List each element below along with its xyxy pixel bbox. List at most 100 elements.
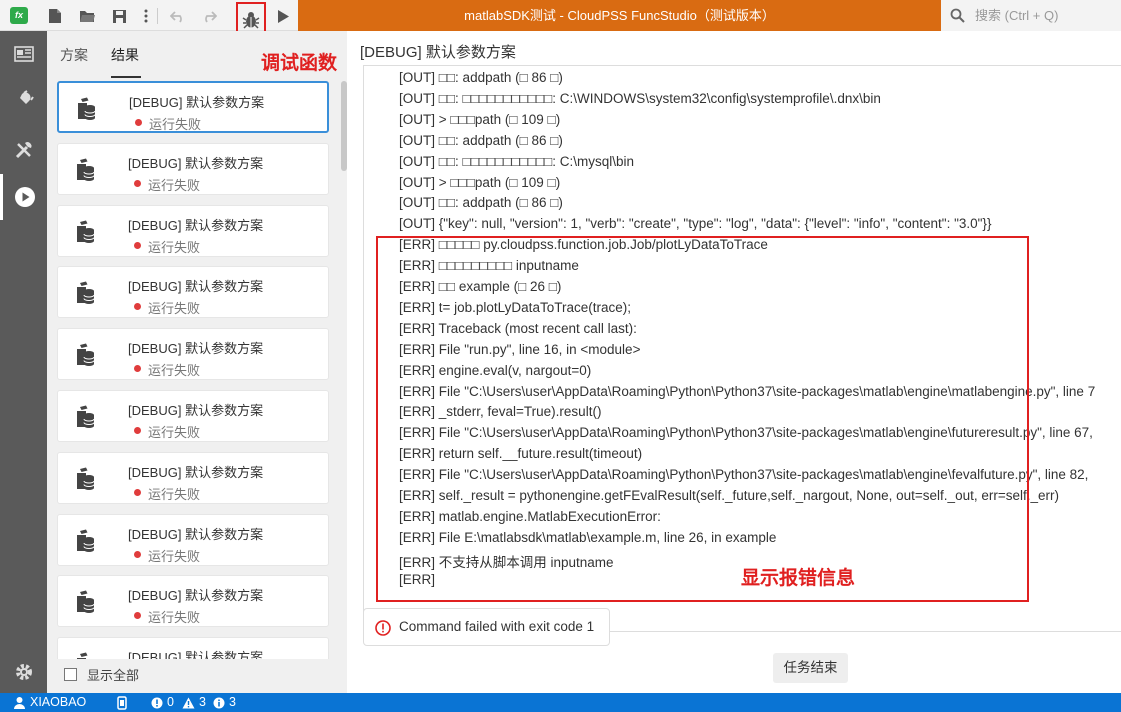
result-status: 运行失败 <box>148 363 201 379</box>
error-message-badge: Command failed with exit code 1 <box>363 608 610 646</box>
result-card[interactable]: [DEBUG] 默认参数方案运行失败 <box>57 81 329 133</box>
info-count[interactable]: 3 <box>213 693 236 712</box>
device-icon <box>117 695 127 710</box>
result-card[interactable]: [DEBUG] 默认参数方案运行失败 <box>57 328 329 381</box>
failed-status-dot <box>134 427 141 434</box>
result-card[interactable]: [DEBUG] 默认参数方案运行失败 <box>57 575 329 628</box>
username: XIAOBAO <box>30 695 87 709</box>
result-title: [DEBUG] 默认参数方案 <box>128 526 264 542</box>
result-title: [DEBUG] 默认参数方案 <box>128 217 264 233</box>
warning-count-value: 3 <box>199 695 206 709</box>
activity-run[interactable] <box>0 174 47 220</box>
result-list: [DEBUG] 默认参数方案 运行失败 [DEBUG] 默认参数方案 运行失败 [DEB… <box>57 81 329 659</box>
result-status: 运行失败 <box>148 486 201 502</box>
task-stack-icon <box>74 652 96 659</box>
undo-icon[interactable] <box>167 5 189 27</box>
redo-icon[interactable] <box>198 5 220 27</box>
new-file-icon[interactable] <box>44 5 66 27</box>
log-line: [OUT] {"key": null, "version": 1, "verb"… <box>399 216 992 232</box>
result-card[interactable]: [DEBUG] 默认参数方案运行失败 <box>57 266 329 319</box>
result-card[interactable]: [DEBUG] 默认参数方案运行失败 <box>57 451 329 504</box>
results-panel: 方案 结果 调试函数 [DEBUG] 默认参数方案 运行失败 [DEBUG] 默认参… <box>47 31 347 693</box>
info-icon <box>213 697 225 708</box>
user-account[interactable]: XIAOBAO <box>13 693 86 712</box>
task-stack-icon <box>74 158 96 185</box>
tab-results[interactable]: 结果 <box>111 45 139 65</box>
toolbar-divider <box>157 8 158 24</box>
more-vertical-icon[interactable] <box>135 5 157 27</box>
result-status: 运行失败 <box>148 548 201 564</box>
error-annotation: 显示报错信息 <box>741 568 856 589</box>
activity-settings[interactable] <box>0 649 47 695</box>
result-title: [DEBUG] 默认参数方案 <box>128 464 264 480</box>
show-all-toggle[interactable]: 显示全部 <box>64 665 139 683</box>
search-input[interactable]: 搜索 (Ctrl + Q) <box>941 0 1121 31</box>
task-stack-icon <box>74 467 96 494</box>
failed-status-dot <box>134 241 141 249</box>
failed-status-dot <box>134 550 141 558</box>
result-title: [DEBUG] 默认参数方案 <box>129 95 265 110</box>
user-icon <box>14 697 25 709</box>
tab-plans[interactable]: 方案 <box>60 45 88 65</box>
search-icon <box>950 8 965 23</box>
plug-icon <box>17 90 34 106</box>
failed-status-dot <box>135 119 142 126</box>
result-title: [DEBUG] 默认参数方案 <box>128 155 264 171</box>
log-line: [OUT] > □□□path (□ 109 □) <box>399 174 561 190</box>
panel-tabs: 方案 结果 调试函数 <box>47 31 347 78</box>
error-circle-icon <box>375 620 391 636</box>
info-count-value: 3 <box>229 695 236 709</box>
result-card[interactable]: [DEBUG] 默认参数方案运行失败 <box>57 637 329 659</box>
activity-overview[interactable] <box>0 31 47 77</box>
task-stack-icon <box>74 281 96 308</box>
run-button[interactable] <box>272 5 294 27</box>
error-message-text: Command failed with exit code 1 <box>399 619 595 634</box>
tools-icon <box>15 142 31 159</box>
warning-count[interactable]: 3 <box>182 693 206 712</box>
debug-bug-icon <box>242 12 260 29</box>
open-folder-icon[interactable] <box>76 5 98 27</box>
page-title: [DEBUG] 默认参数方案 <box>360 44 516 61</box>
error-icon <box>151 697 163 708</box>
log-line: [OUT] □□: addpath (□ 86 □) <box>399 132 563 148</box>
result-title: [DEBUG] 默认参数方案 <box>128 341 264 357</box>
failed-status-dot <box>134 303 141 311</box>
activity-bar <box>0 31 47 693</box>
error-count-value: 0 <box>167 695 174 709</box>
result-status: 运行失败 <box>148 239 201 255</box>
result-card[interactable]: [DEBUG] 默认参数方案运行失败 <box>57 513 329 566</box>
play-circle-icon <box>15 187 35 207</box>
save-icon[interactable] <box>108 5 130 27</box>
activity-tools[interactable] <box>0 127 47 173</box>
task-stack-icon <box>74 529 96 556</box>
log-line: [OUT] > □□□path (□ 109 □) <box>399 111 561 127</box>
result-status: 运行失败 <box>148 301 201 317</box>
search-placeholder: 搜索 (Ctrl + Q) <box>975 8 1059 23</box>
window-title: matlabSDK测试 - CloudPSS FuncStudio（测试版本） <box>298 0 941 31</box>
warning-icon <box>182 697 195 708</box>
status-bar: XIAOBAO 0 3 3 <box>0 693 1121 712</box>
main-content: [DEBUG] 默认参数方案 [OUT] □□: addpath (□ 86 □… <box>347 31 1121 693</box>
log-line: [OUT] □□: addpath (□ 86 □) <box>399 70 563 85</box>
activity-plugin[interactable] <box>0 77 47 123</box>
show-all-checkbox[interactable] <box>64 667 77 681</box>
result-card[interactable]: [DEBUG] 默认参数方案运行失败 <box>57 142 329 195</box>
task-stack-icon <box>74 405 96 432</box>
top-toolbar: fx matlabSDK测试 - CloudPSS FuncStudio（测试版… <box>0 0 1121 38</box>
result-title: [DEBUG] 默认参数方案 <box>128 403 264 418</box>
result-card[interactable]: [DEBUG] 默认参数方案运行失败 <box>57 390 329 442</box>
device-status[interactable] <box>117 693 131 712</box>
task-stack-icon <box>74 220 96 247</box>
result-status: 运行失败 <box>148 610 201 626</box>
document-icon <box>13 46 34 62</box>
error-highlight-box <box>376 236 1029 602</box>
failed-status-dot <box>134 179 141 187</box>
result-title: [DEBUG] 默认参数方案 <box>128 588 264 604</box>
failed-status-dot <box>134 612 141 620</box>
error-count[interactable]: 0 <box>151 693 174 712</box>
result-card[interactable]: [DEBUG] 默认参数方案运行失败 <box>57 204 329 257</box>
end-task-button[interactable]: 任务结束 <box>773 653 848 683</box>
gear-icon <box>15 664 32 680</box>
task-stack-icon <box>75 97 97 124</box>
task-stack-icon <box>74 590 96 617</box>
